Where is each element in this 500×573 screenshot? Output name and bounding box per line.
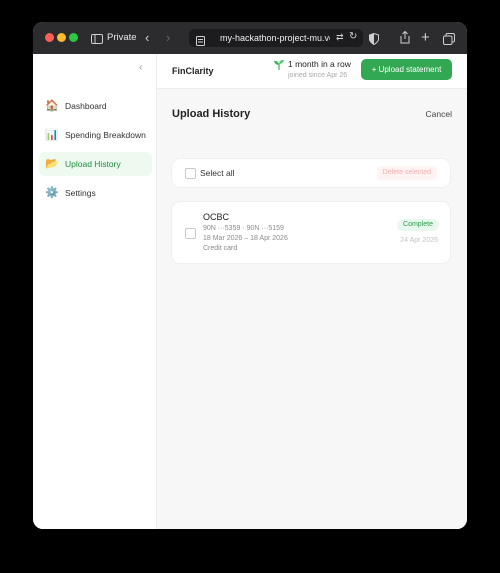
bar-chart-icon: 📊 bbox=[45, 129, 59, 141]
select-all-bar: Select all Delete selected bbox=[172, 159, 450, 187]
reload-icon[interactable]: ↻ bbox=[349, 31, 357, 42]
brand-name: FinClarity bbox=[172, 66, 214, 76]
upload-select-checkbox[interactable] bbox=[185, 228, 196, 239]
sidebar-toggle-icon[interactable] bbox=[91, 22, 103, 54]
sidebar-item-label: Spending Breakdown bbox=[65, 130, 146, 140]
tab-overview-icon[interactable] bbox=[443, 32, 455, 50]
sidebar-item-dashboard[interactable]: 🏠 Dashboard bbox=[39, 94, 152, 118]
upload-statement-button[interactable]: + Upload statement bbox=[361, 59, 452, 80]
select-all-checkbox[interactable] bbox=[185, 168, 196, 179]
gear-icon: ⚙️ bbox=[45, 187, 59, 199]
cancel-button[interactable]: Cancel bbox=[426, 109, 452, 119]
collapse-sidebar-icon[interactable]: ‹ bbox=[139, 62, 142, 73]
main-content: FinClarity 1 month in a row joined since… bbox=[157, 54, 467, 529]
statement-period: 18 Mar 2026 – 18 Apr 2026 bbox=[203, 235, 288, 242]
house-icon: 🏠 bbox=[45, 100, 59, 112]
account-type: Credit card bbox=[203, 245, 238, 252]
app-header: FinClarity 1 month in a row joined since… bbox=[157, 54, 467, 89]
bank-name: OCBC bbox=[203, 212, 230, 222]
delete-selected-button[interactable]: Delete selected bbox=[376, 166, 437, 180]
folder-icon: 📂 bbox=[45, 158, 59, 170]
minimize-window-button[interactable] bbox=[57, 33, 66, 42]
forward-icon[interactable]: › bbox=[166, 22, 170, 54]
sidebar-item-label: Dashboard bbox=[65, 101, 107, 111]
sidebar-item-settings[interactable]: ⚙️ Settings bbox=[39, 181, 152, 205]
page-settings-icon[interactable] bbox=[196, 33, 205, 51]
account-numbers: 90N ···5359 · 90N ···5159 bbox=[203, 225, 284, 232]
status-badge: Complete bbox=[397, 219, 439, 231]
upload-card[interactable]: OCBC 90N ···5359 · 90N ···5159 18 Mar 20… bbox=[172, 202, 450, 263]
sidebar-item-upload-history[interactable]: 📂 Upload History bbox=[39, 152, 152, 176]
address-bar[interactable]: my-hackathon-project-mu.vercel.app ⇄ ↻ bbox=[189, 29, 363, 47]
zoom-window-button[interactable] bbox=[69, 33, 78, 42]
shield-icon[interactable] bbox=[369, 32, 379, 50]
sprout-icon bbox=[273, 59, 285, 73]
sidebar-item-spending-breakdown[interactable]: 📊 Spending Breakdown bbox=[39, 123, 152, 147]
streak-text: 1 month in a row bbox=[288, 59, 351, 69]
new-tab-icon[interactable]: + bbox=[421, 22, 430, 54]
upload-date: 24 Apr 2026 bbox=[400, 237, 438, 244]
app-sidebar: ‹ 🏠 Dashboard 📊 Spending Breakdown 📂 Upl… bbox=[33, 54, 157, 529]
sidebar-item-label: Settings bbox=[65, 188, 96, 198]
browser-window: Private ‹ › my-hackathon-project-mu.verc… bbox=[33, 22, 467, 529]
page-title: Upload History bbox=[172, 108, 251, 120]
translate-icon[interactable]: ⇄ bbox=[336, 32, 344, 43]
back-icon[interactable]: ‹ bbox=[145, 22, 149, 54]
select-all-label[interactable]: Select all bbox=[200, 159, 235, 187]
close-window-button[interactable] bbox=[45, 33, 54, 42]
url-text[interactable]: my-hackathon-project-mu.vercel.app bbox=[220, 29, 330, 47]
sidebar-item-label: Upload History bbox=[65, 159, 121, 169]
joined-since-text: joined since Apr 26 bbox=[288, 72, 348, 79]
share-icon[interactable] bbox=[400, 30, 410, 49]
browser-titlebar: Private ‹ › my-hackathon-project-mu.verc… bbox=[33, 22, 467, 54]
private-mode-label: Private bbox=[107, 32, 137, 43]
